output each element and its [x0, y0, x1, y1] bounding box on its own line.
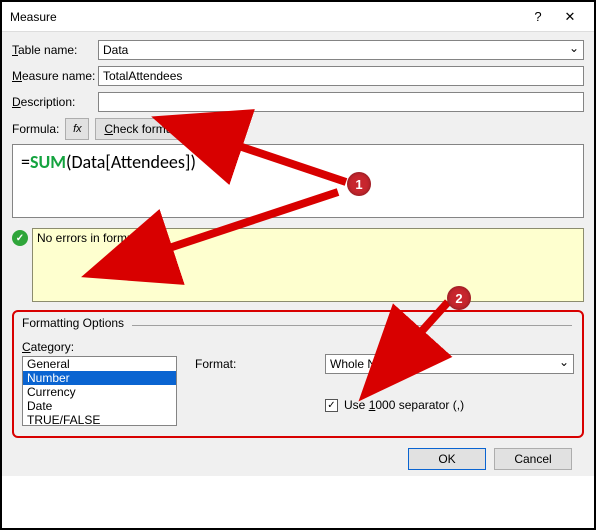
formatting-options-section: Formatting Options Category: General Num… [12, 310, 584, 438]
category-list[interactable]: General Number Currency Date TRUE/FALSE [22, 356, 177, 426]
fx-button[interactable]: fx [65, 118, 89, 140]
measure-name-row: Measure name: TotalAttendees [12, 66, 584, 86]
dialog-title: Measure [10, 10, 522, 24]
format-label: Format: [195, 357, 315, 371]
thousand-separator-checkbox[interactable]: ✓ [325, 399, 338, 412]
annotation-badge-2: 2 [447, 286, 471, 310]
measure-name-label: Measure name: [12, 69, 98, 83]
category-item-date[interactable]: Date [23, 399, 176, 413]
separator-line [132, 325, 572, 326]
status-message-box: No errors in formula. [32, 228, 584, 302]
description-row: Description: [12, 92, 584, 112]
category-item-truefalse[interactable]: TRUE/FALSE [23, 413, 176, 426]
format-combo[interactable]: Whole Number [325, 354, 574, 374]
category-item-number[interactable]: Number [23, 371, 176, 385]
ok-button[interactable]: OK [408, 448, 486, 470]
formula-controls: Formula: fx Check formula [12, 118, 584, 140]
formula-label: Formula: [12, 122, 59, 136]
status-area: ✓ No errors in formula. [12, 228, 584, 302]
status-message: No errors in formula. [37, 231, 146, 245]
category-item-general[interactable]: General [23, 357, 176, 371]
annotation-badge-1: 1 [347, 172, 371, 196]
formatting-options-title: Formatting Options [22, 316, 574, 330]
dialog-buttons: OK Cancel [12, 438, 584, 470]
cancel-button[interactable]: Cancel [494, 448, 572, 470]
thousand-separator-label: Use 1000 separator (,) [344, 398, 464, 412]
check-formula-button[interactable]: Check formula [95, 118, 190, 140]
category-label: Category: [22, 340, 177, 354]
titlebar: Measure ? ✕ [2, 2, 594, 32]
help-button[interactable]: ? [522, 3, 554, 31]
table-name-combo[interactable]: Data [98, 40, 584, 60]
description-label: Description: [12, 95, 98, 109]
measure-name-input[interactable]: TotalAttendees [98, 66, 584, 86]
table-name-row: Table name: Data [12, 40, 584, 60]
description-input[interactable] [98, 92, 584, 112]
formula-editor[interactable]: =SUM(Data[Attendees]) [12, 144, 584, 218]
category-item-currency[interactable]: Currency [23, 385, 176, 399]
dialog-content: Table name: Data Measure name: TotalAtte… [2, 32, 594, 476]
success-icon: ✓ [12, 230, 28, 246]
close-button[interactable]: ✕ [554, 3, 586, 31]
table-name-label: Table name: [12, 43, 98, 57]
